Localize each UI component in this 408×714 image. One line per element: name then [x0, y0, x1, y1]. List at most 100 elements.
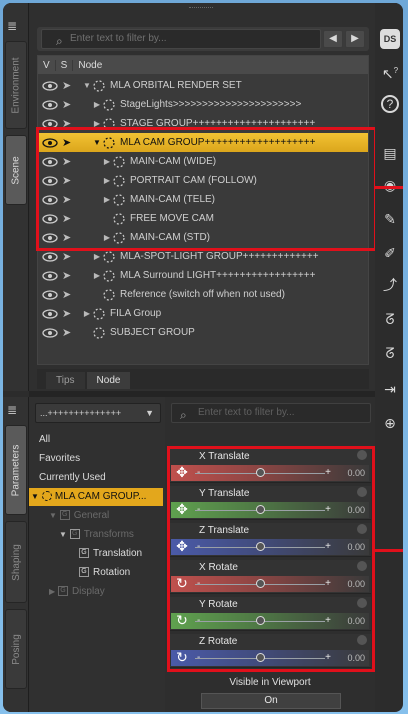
expand-toggle-icon[interactable]: ▶ — [102, 176, 112, 185]
param-slider-track[interactable]: - +0.00 — [171, 650, 369, 666]
help-pointer-icon[interactable]: ↖? — [380, 61, 400, 82]
column-node[interactable]: Node — [73, 60, 107, 71]
column-selectable[interactable]: S — [56, 59, 74, 71]
scene-tree-row[interactable]: ➤ ▶ STAGE GROUP+++++++++++++++++++++ — [38, 114, 368, 133]
visible-in-viewport-toggle[interactable]: On — [201, 693, 341, 709]
scene-tree-row[interactable]: ➤ ▶ MAIN-CAM (WIDE) — [38, 152, 368, 171]
param-slider-value[interactable]: 0.00 — [347, 502, 365, 518]
increment-icon[interactable]: + — [325, 502, 331, 518]
category-translation[interactable]: G Translation — [31, 545, 163, 563]
decrement-icon[interactable]: - — [197, 650, 200, 666]
decrement-icon[interactable]: - — [197, 465, 200, 481]
eye-icon[interactable] — [42, 99, 58, 110]
eye-icon[interactable] — [42, 289, 58, 300]
increment-icon[interactable]: + — [325, 613, 331, 629]
gear-icon[interactable] — [357, 598, 367, 608]
expand-toggle-icon[interactable]: ▶ — [92, 271, 102, 280]
orbit-icon[interactable]: ◉ — [380, 175, 400, 195]
expand-toggle-icon[interactable]: ▶ — [92, 252, 102, 261]
scene-tree-row[interactable]: ➤ ▶ StageLights>>>>>>>>>>>>>>>>>>>>>> — [38, 95, 368, 114]
selectable-arrow-icon[interactable]: ➤ — [62, 326, 76, 340]
param-slider-track[interactable]: - +0.00 — [171, 502, 369, 518]
selectable-arrow-icon[interactable]: ➤ — [62, 231, 76, 245]
selectable-arrow-icon[interactable]: ➤ — [62, 136, 76, 150]
eye-icon[interactable] — [42, 118, 58, 129]
slider-knob[interactable] — [256, 579, 265, 588]
slider-knob[interactable] — [256, 653, 265, 662]
decrement-icon[interactable]: - — [197, 502, 200, 518]
expand-toggle-icon[interactable]: ▶ — [92, 119, 102, 128]
help-icon[interactable]: ? — [381, 95, 399, 113]
filter-back-button[interactable]: ◀ — [323, 30, 343, 48]
scene-tree-row[interactable]: ➤ SUBJECT GROUP — [38, 323, 368, 342]
scene-filter-input[interactable]: ⌕ Enter text to filter by... — [41, 29, 321, 49]
param-slider-value[interactable]: 0.00 — [347, 613, 365, 629]
selectable-arrow-icon[interactable]: ➤ — [62, 117, 76, 131]
param-slider-value[interactable]: 0.00 — [347, 576, 365, 592]
selectable-arrow-icon[interactable]: ➤ — [62, 79, 76, 93]
param-slider-value[interactable]: 0.00 — [347, 465, 365, 481]
selectable-arrow-icon[interactable]: ➤ — [62, 269, 76, 283]
scene-tree-row[interactable]: ➤ ▶ MAIN-CAM (STD) — [38, 228, 368, 247]
gear-icon[interactable] — [357, 561, 367, 571]
scene-tree-row[interactable]: ➤ ▶ MLA-SPOT-LIGHT GROUP+++++++++++++ — [38, 247, 368, 266]
tab-tips[interactable]: Tips — [45, 371, 86, 389]
category-favorites[interactable]: Favorites — [31, 450, 163, 468]
scene-tree-row[interactable]: ➤ ▼ MLA CAM GROUP+++++++++++++++++++ — [38, 133, 368, 152]
eye-icon[interactable] — [42, 213, 58, 224]
selectable-arrow-icon[interactable]: ➤ — [62, 193, 76, 207]
expand-toggle-icon[interactable]: ▶ — [102, 195, 112, 204]
selectable-arrow-icon[interactable]: ➤ — [62, 155, 76, 169]
tab-node[interactable]: Node — [85, 371, 132, 389]
node-edit-icon[interactable]: ✎ — [380, 209, 400, 229]
decrement-icon[interactable]: - — [197, 576, 200, 592]
gear-icon[interactable] — [357, 635, 367, 645]
increment-icon[interactable]: + — [325, 465, 331, 481]
selectable-arrow-icon[interactable]: ➤ — [62, 307, 76, 321]
gear-icon[interactable] — [357, 487, 367, 497]
eye-icon[interactable] — [42, 194, 58, 205]
selectable-arrow-icon[interactable]: ➤ — [62, 174, 76, 188]
pane-grip[interactable] — [189, 7, 213, 11]
pose-tool-icon[interactable]: ᘔ — [380, 309, 400, 329]
chart-tool-icon[interactable]: ⤴ — [380, 275, 400, 295]
increment-icon[interactable]: + — [325, 576, 331, 592]
param-slider-value[interactable]: 0.00 — [347, 650, 365, 666]
param-slider-track[interactable]: - +0.00 — [171, 613, 369, 629]
slider-knob[interactable] — [256, 542, 265, 551]
eye-icon[interactable] — [42, 156, 58, 167]
eye-icon[interactable] — [42, 175, 58, 186]
joint-tool-icon[interactable]: ✐ — [380, 243, 400, 263]
decrement-icon[interactable]: - — [197, 613, 200, 629]
eye-icon[interactable] — [42, 327, 58, 338]
category-general[interactable]: ▼ G General — [31, 507, 163, 525]
scene-tree-row[interactable]: ➤ FREE MOVE CAM — [38, 209, 368, 228]
scene-tree-row[interactable]: ➤ ▶ MAIN-CAM (TELE) — [38, 190, 368, 209]
tab-posing[interactable]: Posing — [5, 609, 27, 689]
eye-icon[interactable] — [42, 232, 58, 243]
category-transforms[interactable]: ▼ G Transforms — [31, 526, 163, 544]
expand-toggle-icon[interactable]: ▶ — [102, 233, 112, 242]
tab-scene[interactable]: Scene — [5, 135, 27, 205]
eye-icon[interactable] — [42, 80, 58, 91]
expand-toggle-icon[interactable]: ▶ — [102, 157, 112, 166]
slider-knob[interactable] — [256, 616, 265, 625]
params-filter-input[interactable]: ⌕ Enter text to filter by... — [171, 403, 371, 423]
increment-icon[interactable]: + — [325, 650, 331, 666]
eye-icon[interactable] — [42, 308, 58, 319]
eye-icon[interactable] — [42, 137, 58, 148]
selectable-arrow-icon[interactable]: ➤ — [62, 288, 76, 302]
category-display[interactable]: ▶ G Display — [31, 583, 163, 601]
scene-tree-row[interactable]: ➤ ▶ PORTRAIT CAM (FOLLOW) — [38, 171, 368, 190]
param-slider-track[interactable]: - +0.00 — [171, 576, 369, 592]
pose-tool-alt-icon[interactable]: ᘔ — [380, 343, 400, 363]
gear-icon[interactable] — [357, 450, 367, 460]
pane-menu-icon[interactable]: ≣ — [7, 17, 21, 35]
scene-tree-row[interactable]: ➤ ▼ MLA ORBITAL RENDER SET — [38, 76, 368, 95]
eye-icon[interactable] — [42, 270, 58, 281]
param-slider-track[interactable]: - +0.00 — [171, 465, 369, 481]
filter-forward-button[interactable]: ▶ — [345, 30, 365, 48]
slider-knob[interactable] — [256, 505, 265, 514]
scene-tree-row[interactable]: ➤ ▶ MLA Surround LIGHT+++++++++++++++++ — [38, 266, 368, 285]
decrement-icon[interactable]: - — [197, 539, 200, 555]
